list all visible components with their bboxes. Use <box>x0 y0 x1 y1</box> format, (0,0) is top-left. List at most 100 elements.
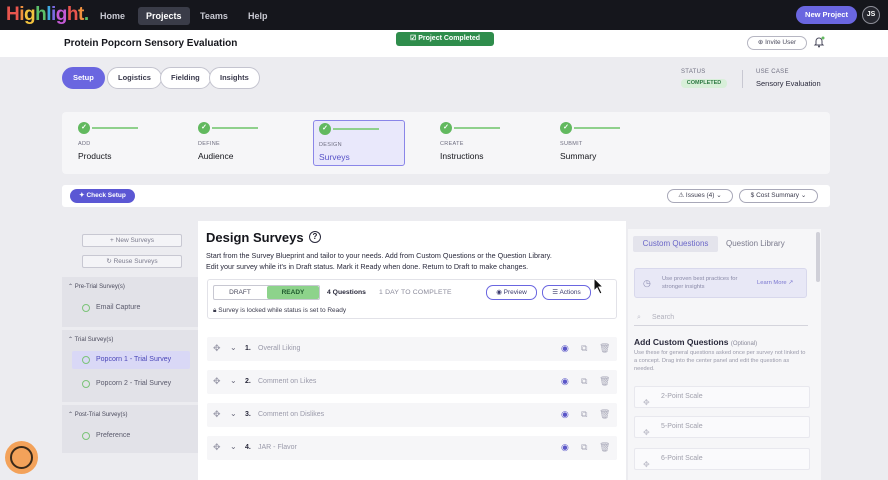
question-type-2-point[interactable]: ✥ 2-Point Scale <box>634 386 810 408</box>
group-title: Post-Trial Survey(s) <box>74 412 128 418</box>
trash-icon[interactable]: 🗑︎ <box>599 409 610 420</box>
nav-teams[interactable]: Teams <box>192 7 236 25</box>
drag-handle-icon[interactable]: ✥ <box>213 409 221 420</box>
page-title: Design Surveys <box>206 230 304 245</box>
ready-option[interactable]: READY <box>267 286 319 299</box>
question-number: 2. <box>245 378 251 385</box>
survey-label: Email Capture <box>96 304 141 311</box>
actions-button[interactable]: ☰ Actions <box>542 285 591 300</box>
step-sublabel: SUBMIT <box>560 141 583 147</box>
group-header-trial[interactable]: ⌃ Trial Survey(s) <box>68 336 113 343</box>
check-square-icon: ☑ <box>409 35 419 42</box>
chevron-down-icon[interactable]: ⌄ <box>230 442 237 451</box>
question-type-label: 5-Point Scale <box>661 423 703 430</box>
add-title: Add Custom Questions <box>634 337 729 347</box>
reuse-surveys-label: Reuse Surveys <box>113 258 158 265</box>
nav-home[interactable]: Home <box>92 7 133 25</box>
drag-handle-icon[interactable]: ✥ <box>213 442 221 453</box>
question-label: Comment on Dislikes <box>258 411 325 418</box>
trash-icon[interactable]: 🗑︎ <box>599 442 610 453</box>
step-connector <box>454 127 500 129</box>
search-placeholder: Search <box>652 314 675 321</box>
tab-custom-questions[interactable]: Custom Questions <box>633 236 718 252</box>
survey-popcorn-2[interactable]: Popcorn 2 - Trial Survey <box>72 375 190 393</box>
check-circle-icon <box>82 432 90 440</box>
survey-email-capture[interactable]: Email Capture <box>72 299 190 317</box>
tab-question-library[interactable]: Question Library <box>726 236 785 252</box>
status-badge: COMPLETED <box>681 79 727 88</box>
copy-icon[interactable]: ⧉ <box>581 442 587 453</box>
issues-button[interactable]: ⚠ Issues (4) ⌄ <box>667 189 733 203</box>
top-navigation-bar <box>0 0 888 30</box>
chevron-down-icon[interactable]: ⌄ <box>230 376 237 385</box>
check-setup-button[interactable]: ✦ Check Setup <box>70 189 135 203</box>
learn-more-link[interactable]: Learn More ↗ <box>757 280 793 286</box>
trash-icon[interactable]: 🗑︎ <box>599 343 610 354</box>
question-row[interactable]: ✥ ⌄ 2. Comment on Likes ◉ ⧉ 🗑︎ <box>207 370 617 394</box>
highlight-logo[interactable]: Highlight. <box>6 4 89 26</box>
step-summary[interactable]: ✓ SUBMIT Summary <box>560 122 652 168</box>
eye-icon: ◉ <box>496 289 504 296</box>
new-surveys-button[interactable]: + New Surveys <box>82 234 182 247</box>
chevron-down-icon[interactable]: ⌄ <box>230 409 237 418</box>
preview-button[interactable]: ◉ Preview <box>486 285 537 300</box>
step-surveys[interactable]: ✓ DESIGN Surveys <box>313 120 405 166</box>
search-icon: ⌕ <box>637 314 641 321</box>
eye-icon[interactable]: ◉ <box>561 376 569 387</box>
question-row[interactable]: ✥ ⌄ 1. Overall Liking ◉ ⧉ 🗑︎ <box>207 337 617 361</box>
reuse-icon: ↻ <box>106 258 114 265</box>
project-completed-label: Project Completed <box>418 35 481 42</box>
group-header-post-trial[interactable]: ⌃ Post-Trial Survey(s) <box>68 411 128 418</box>
user-avatar[interactable]: JS <box>862 6 880 24</box>
tab-logistics[interactable]: Logistics <box>107 67 162 89</box>
scrollbar[interactable] <box>816 232 820 282</box>
step-audience[interactable]: ✓ DEFINE Audience <box>198 122 290 168</box>
reuse-surveys-button[interactable]: ↻ Reuse Surveys <box>82 255 182 268</box>
eye-icon[interactable]: ◉ <box>561 442 569 453</box>
chat-support-button[interactable] <box>5 441 38 474</box>
chevron-down-icon[interactable]: ⌄ <box>230 343 237 352</box>
drag-handle-icon[interactable]: ✥ <box>213 343 221 354</box>
eye-icon[interactable]: ◉ <box>561 343 569 354</box>
invite-user-button[interactable]: ⊕ Invite User <box>747 36 807 50</box>
question-label: Comment on Likes <box>258 378 317 385</box>
copy-icon[interactable]: ⧉ <box>581 376 587 387</box>
question-type-label: 6-Point Scale <box>661 455 703 462</box>
copy-icon[interactable]: ⧉ <box>581 343 587 354</box>
eye-icon[interactable]: ◉ <box>561 409 569 420</box>
divider <box>742 70 743 88</box>
question-type-5-point[interactable]: ✥ 5-Point Scale <box>634 416 810 438</box>
step-sublabel: ADD <box>78 141 91 147</box>
question-row[interactable]: ✥ ⌄ 3. Comment on Dislikes ◉ ⧉ 🗑︎ <box>207 403 617 427</box>
step-label: Instructions <box>440 151 484 161</box>
help-icon[interactable]: ? <box>309 231 321 243</box>
nav-help[interactable]: Help <box>240 7 276 25</box>
bell-icon[interactable] <box>813 36 825 48</box>
step-products[interactable]: ✓ ADD Products <box>78 122 170 168</box>
question-row[interactable]: ✥ ⌄ 4. JAR - Flavor ◉ ⧉ 🗑︎ <box>207 436 617 460</box>
search-input[interactable]: ⌕ Search <box>634 310 808 326</box>
add-custom-questions-heading: Add Custom Questions (Optional) <box>634 337 757 347</box>
tab-fielding[interactable]: Fielding <box>160 67 211 89</box>
survey-preference[interactable]: Preference <box>72 427 190 445</box>
new-project-button[interactable]: New Project <box>796 6 857 24</box>
tab-setup[interactable]: Setup <box>62 67 105 89</box>
draft-option[interactable]: DRAFT <box>214 286 266 299</box>
add-user-icon: ⊕ <box>757 39 766 46</box>
question-number: 3. <box>245 411 251 418</box>
chevron-up-icon: ⌃ <box>68 337 75 343</box>
trash-icon[interactable]: 🗑︎ <box>599 376 610 387</box>
survey-popcorn-1[interactable]: Popcorn 1 - Trial Survey <box>72 351 190 369</box>
chevron-up-icon: ⌃ <box>68 412 75 418</box>
clock-icon: ◷ <box>643 278 651 288</box>
question-type-6-point[interactable]: ✥ 6-Point Scale <box>634 448 810 470</box>
group-header-pre-trial[interactable]: ⌃ Pre-Trial Survey(s) <box>68 283 125 290</box>
nav-projects[interactable]: Projects <box>138 7 190 25</box>
drag-handle-icon[interactable]: ✥ <box>213 376 221 387</box>
check-circle-icon <box>82 356 90 364</box>
tab-insights[interactable]: Insights <box>209 67 260 89</box>
copy-icon[interactable]: ⧉ <box>581 409 587 420</box>
step-instructions[interactable]: ✓ CREATE Instructions <box>440 122 532 168</box>
cost-summary-button[interactable]: $ Cost Summary ⌄ <box>739 189 818 203</box>
add-custom-description: Use these for general questions asked on… <box>634 350 806 372</box>
